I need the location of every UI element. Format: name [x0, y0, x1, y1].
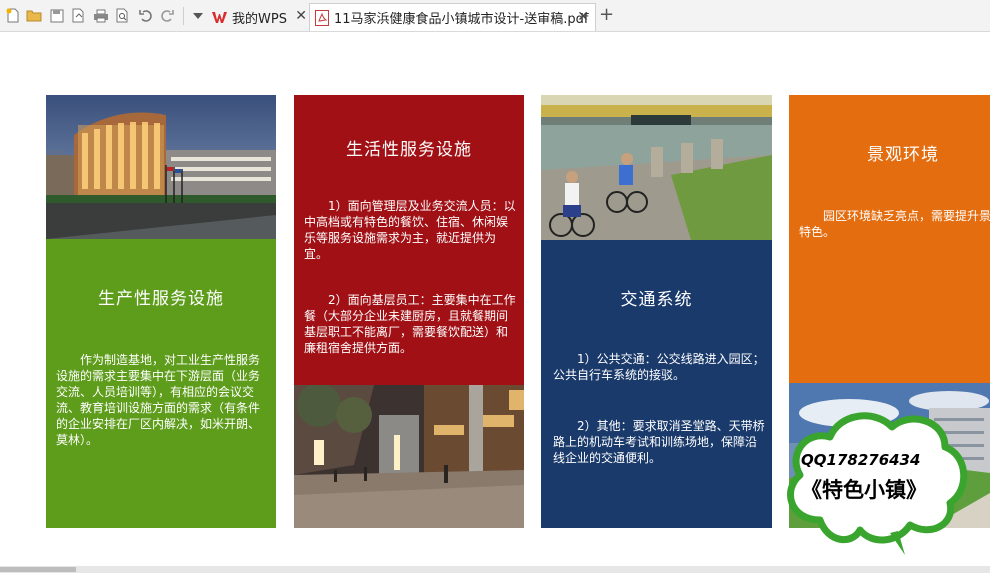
tab-label: 我的WPS [232, 11, 287, 27]
new-file-icon[interactable] [4, 7, 21, 24]
watermark-qq-text: QQ178276434 [801, 451, 921, 469]
tab-pdf-document[interactable]: 11马家浜健康食品小镇城市设计-送审稿.pdf ✕ [309, 3, 596, 31]
panel-paragraph: 1）公共交通：公交线路进入园区；公共自行车系统的接驳。 [553, 352, 765, 382]
document-page: 生产性服务设施 作为制造基地，对工业生产性服务设施的需求主要集中在下游层面（业务… [0, 32, 990, 566]
night-street-photo [294, 385, 524, 528]
panel-production: 生产性服务设施 作为制造基地，对工业生产性服务设施的需求主要集中在下游层面（业务… [46, 95, 276, 528]
horizontal-scrollbar[interactable] [0, 566, 990, 573]
panel-heading: 生活性服务设施 [346, 140, 472, 160]
close-tab-icon[interactable]: ✕ [577, 9, 589, 25]
toolbar-separator [183, 7, 184, 25]
panel-heading: 景观环境 [867, 145, 939, 165]
panel-paragraph: 1）面向管理层及业务交流人员：以中高档或有特色的餐饮、住宿、休闲娱乐等服务设施需… [304, 199, 516, 261]
panel-paragraph: 园区环境缺乏亮点，需要提升景观特色。 [799, 209, 990, 239]
close-tab-icon[interactable]: ✕ [295, 8, 307, 24]
panel-heading: 交通系统 [620, 290, 693, 310]
add-tab-icon[interactable]: + [599, 6, 614, 24]
pdf-file-icon [315, 9, 329, 26]
redo-icon[interactable] [158, 7, 175, 24]
print-preview-icon[interactable] [114, 7, 131, 24]
convention-center-photo [46, 95, 276, 239]
save-icon[interactable] [48, 7, 65, 24]
panel-heading: 生产性服务设施 [98, 289, 224, 309]
wps-logo-icon [212, 10, 227, 25]
title-toolbar: 我的WPS ✕ 11马家浜健康食品小镇城市设计-送审稿.pdf ✕ + [0, 0, 990, 32]
cyclists-river-photo [541, 95, 772, 240]
export-icon[interactable] [70, 7, 87, 24]
scrollbar-thumb[interactable] [0, 567, 76, 572]
panel-paragraph: 作为制造基地，对工业生产性服务设施的需求主要集中在下游层面（业务交流、人员培训等… [56, 353, 261, 447]
panel-paragraph: 2）面向基层员工：主要集中在工作餐（大部分企业未建厨房，且就餐期间基层职工不能离… [304, 293, 516, 355]
tab-my-wps[interactable]: 我的WPS ✕ [207, 3, 313, 31]
watermark-brand-text: 《特色小镇》 [801, 477, 927, 502]
panel-transport-background [541, 240, 772, 528]
tab-label: 11马家浜健康食品小镇城市设计-送审稿.pdf [334, 12, 589, 27]
panel-paragraph: 2）其他：要求取消圣堂路、天带桥路上的机动车考试和训练场地，保障沿线企业的交通便… [553, 419, 765, 465]
print-icon[interactable] [92, 7, 109, 24]
panel-transport: 交通系统 1）公共交通：公交线路进入园区；公共自行车系统的接驳。 2）其他：要求… [541, 95, 772, 528]
undo-icon[interactable] [137, 7, 154, 24]
open-folder-icon[interactable] [25, 7, 42, 24]
panel-life: 生活性服务设施 1）面向管理层及业务交流人员：以中高档或有特色的餐饮、住宿、休闲… [294, 95, 524, 528]
dropdown-icon[interactable] [189, 7, 206, 24]
